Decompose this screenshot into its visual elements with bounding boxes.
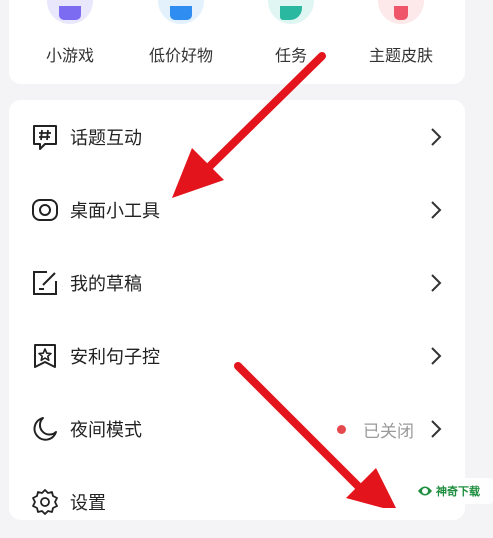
menu-item-label: 夜间模式 [70,420,142,441]
hashtag-bubble-icon [33,125,57,150]
menu-item-desktop-widgets[interactable]: 桌面小工具 [9,173,465,246]
gear-icon [32,489,58,515]
chevron-right-icon [431,347,442,365]
menu-item-label: 桌面小工具 [70,201,160,222]
menu-item-night-mode[interactable]: 夜间模式 已关闭 [9,392,465,465]
draft-edit-icon [33,271,57,295]
quick-action-tasks[interactable]: 任务 [246,0,336,66]
menu-item-topic-interaction[interactable]: 话题互动 [9,100,465,173]
task-bubble-icon [268,0,314,24]
gamepad-icon [47,0,93,24]
night-mode-status: 已关闭 [363,422,414,442]
shopping-cart-icon [158,0,204,24]
menu-item-label: 话题互动 [70,128,142,149]
quick-action-label: 任务 [274,46,307,65]
star-bookmark-icon [34,344,56,368]
menu-item-my-drafts[interactable]: 我的草稿 [9,246,465,319]
quick-action-bargains[interactable]: 低价好物 [136,0,226,66]
chevron-right-icon [431,201,442,219]
chevron-right-icon [431,128,442,146]
quick-action-mini-games[interactable]: 小游戏 [25,0,115,66]
menu-card: 话题互动 桌面小工具 我的草稿 安利句子控 夜间模式 已关闭 设置 [9,100,465,520]
quick-action-label: 主题皮肤 [368,46,433,65]
moon-icon [33,417,57,441]
menu-item-settings[interactable]: 设置 [9,465,465,538]
watermark-logo-icon [418,486,432,496]
widget-icon [32,199,58,221]
menu-item-label: 设置 [70,493,106,514]
quick-action-label: 小游戏 [45,46,94,65]
menu-item-label: 安利句子控 [70,347,160,368]
watermark-text: 神奇下载 [436,485,480,498]
quick-actions-card: 小游戏 低价好物 任务 主题皮肤 [9,0,465,84]
chevron-right-icon [431,274,442,292]
menu-item-recommend-sentences[interactable]: 安利句子控 [9,319,465,392]
watermark: 神奇下载 [412,478,493,504]
menu-item-label: 我的草稿 [70,274,142,295]
chevron-right-icon [431,420,442,438]
quick-action-themes[interactable]: 主题皮肤 [356,0,446,66]
quick-action-label: 低价好物 [148,46,213,65]
status-dot [337,425,346,434]
theme-shirt-icon [378,0,424,24]
